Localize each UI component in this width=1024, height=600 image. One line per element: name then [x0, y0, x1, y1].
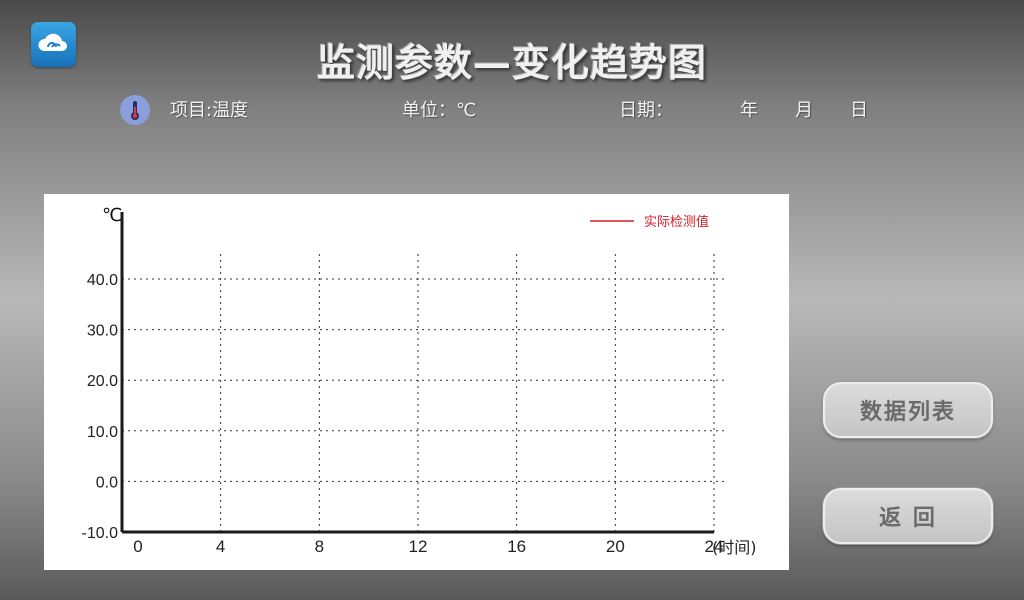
- legend-label: 实际检测值: [644, 214, 709, 230]
- x-tick-label: 8: [315, 537, 324, 556]
- thermometer-icon: [120, 95, 150, 125]
- y-tick-label: 10.0: [87, 424, 118, 441]
- y-axis-label: ℃: [102, 205, 122, 226]
- trend-chart: 40.030.020.010.00.0-10.00 4 8 12 16 20 24℃(时间)…: [82, 205, 757, 557]
- x-axis-label: (时间): [712, 538, 757, 557]
- x-tick-label: 4: [216, 537, 225, 556]
- y-tick-label: 20.0: [87, 373, 118, 390]
- day-label: 日: [850, 100, 868, 121]
- back-button[interactable]: 返 回: [823, 488, 993, 544]
- item-label: 项目:温度: [170, 100, 249, 121]
- data-list-button[interactable]: 数据列表: [823, 382, 993, 438]
- year-label: 年: [740, 100, 758, 121]
- y-tick-label: 0.0: [96, 474, 118, 491]
- y-tick-label: 30.0: [87, 323, 118, 340]
- date-label: 日期：: [619, 100, 673, 121]
- y-tick-label: -10.0: [82, 525, 119, 542]
- page-title: 监测参数—变化趋势图: [316, 40, 707, 85]
- x-tick-label: 0: [133, 537, 142, 556]
- month-label: 月: [795, 100, 813, 121]
- unit-label: 单位：℃: [402, 100, 477, 121]
- y-tick-label: 40.0: [87, 272, 118, 289]
- chart-panel: 40.0 30.0 20.0 10.0 0.0 -10.0 0 4 8 12 16 20 24 ℃ (时间)…: [44, 194, 789, 570]
- x-tick-label: 12: [409, 537, 428, 556]
- x-tick-label: 20: [606, 537, 625, 556]
- x-tick-label: 16: [507, 537, 526, 556]
